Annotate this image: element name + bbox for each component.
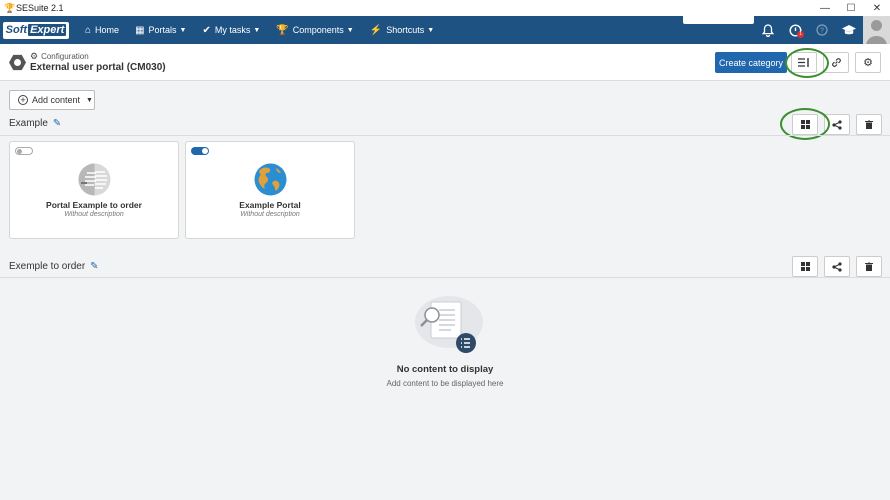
section-divider: [0, 135, 890, 136]
caret-down-icon: ▼: [346, 26, 354, 34]
create-category-button[interactable]: Create category: [715, 52, 787, 73]
caret-down-icon: ▼: [427, 26, 435, 34]
grid-icon: [800, 120, 810, 129]
portal-placeholder-icon: [78, 163, 111, 196]
breadcrumb[interactable]: ⚙ Configuration: [30, 51, 89, 62]
section-divider: [0, 277, 890, 278]
share-icon: [832, 119, 842, 130]
window-title: SESuite 2.1: [16, 3, 64, 13]
search-input[interactable]: [683, 4, 754, 24]
nav-components[interactable]: 🏆 Components ▼: [276, 25, 353, 36]
pencil-icon[interactable]: ✎: [53, 118, 61, 129]
layout-grid-button[interactable]: [792, 256, 818, 277]
portal-toggle[interactable]: [15, 147, 33, 155]
settings-button[interactable]: ⚙: [855, 52, 881, 73]
portal-card-title: Portal Example to order: [46, 200, 142, 210]
link-button[interactable]: [823, 52, 849, 73]
gear-icon: ⚙: [30, 51, 39, 61]
share-button[interactable]: [824, 256, 850, 277]
minimize-button[interactable]: —: [812, 0, 838, 16]
portal-toggle[interactable]: [191, 147, 209, 155]
app-trophy-icon: 🏆: [4, 2, 16, 13]
portal-card-description: Without description: [64, 211, 124, 218]
nav-shortcuts[interactable]: ⚡ Shortcuts ▼: [370, 25, 434, 36]
gear-icon: ⚙: [863, 57, 873, 69]
check-icon: ✔: [202, 24, 211, 36]
delete-button[interactable]: [856, 256, 882, 277]
link-icon: [831, 58, 841, 67]
help-icon[interactable]: ?: [812, 20, 832, 40]
graduation-cap-icon[interactable]: [839, 20, 859, 40]
bolt-icon: ⚡: [369, 24, 383, 36]
alert-clock-icon[interactable]: 1: [785, 20, 805, 40]
window-titlebar: 🏆 SESuite 2.1 — ☐ ✕: [0, 0, 890, 16]
nav-my-tasks[interactable]: ✔ My tasks ▼: [202, 25, 260, 36]
svg-text:?: ?: [820, 28, 824, 35]
home-icon: ⌂: [85, 24, 92, 36]
portal-card-title: Example Portal: [239, 200, 301, 210]
delete-button[interactable]: [856, 114, 882, 135]
grid-icon: [800, 262, 810, 271]
portal-config-icon: [9, 54, 26, 71]
caret-down-icon: ▼: [179, 26, 187, 34]
window-controls: — ☐ ✕: [812, 0, 890, 16]
portal-card[interactable]: Portal Example to order Without descript…: [9, 141, 179, 239]
close-button[interactable]: ✕: [864, 0, 890, 16]
caret-down-icon: ▼: [86, 96, 93, 104]
add-content-dropdown[interactable]: + Add content ▼: [9, 90, 95, 110]
page-header: ⚙ Configuration External user portal (CM…: [0, 44, 890, 81]
softexpert-logo[interactable]: Soft Expert: [3, 21, 69, 39]
empty-state-subtitle: Add content to be displayed here: [386, 379, 504, 388]
layout-grid-button[interactable]: [792, 114, 818, 135]
maximize-button[interactable]: ☐: [838, 0, 864, 16]
empty-content-illustration: [415, 296, 483, 353]
nav-portals[interactable]: ▦ Portals ▼: [135, 25, 186, 36]
trophy-icon: 🏆: [276, 24, 289, 36]
pencil-icon[interactable]: ✎: [90, 261, 98, 272]
bell-icon[interactable]: [758, 20, 778, 40]
reorder-list-button[interactable]: [791, 52, 817, 73]
caret-down-icon: ▼: [253, 26, 261, 34]
nav-home[interactable]: ⌂ Home: [85, 25, 119, 36]
section-title-exemple-to-order: Exemple to order ✎: [9, 261, 99, 272]
globe-icon: [254, 163, 287, 196]
user-avatar[interactable]: [863, 16, 890, 44]
plus-circle-icon: +: [18, 95, 28, 105]
trash-icon: [865, 262, 873, 271]
page-title: External user portal (CM030): [30, 62, 166, 73]
notification-badge: 1: [797, 31, 804, 38]
share-icon: [832, 261, 842, 272]
trash-icon: [865, 120, 873, 129]
grid-icon: ▦: [135, 24, 145, 36]
portal-card[interactable]: Example Portal Without description: [185, 141, 355, 239]
empty-state-title: No content to display: [396, 364, 494, 375]
top-navbar: Soft Expert ⌂ Home ▦ Portals ▼ ✔ My tasks…: [0, 16, 890, 44]
list-order-icon: [798, 58, 809, 67]
portal-card-description: Without description: [240, 211, 300, 218]
share-button[interactable]: [824, 114, 850, 135]
section-title-example: Example ✎: [9, 118, 62, 129]
